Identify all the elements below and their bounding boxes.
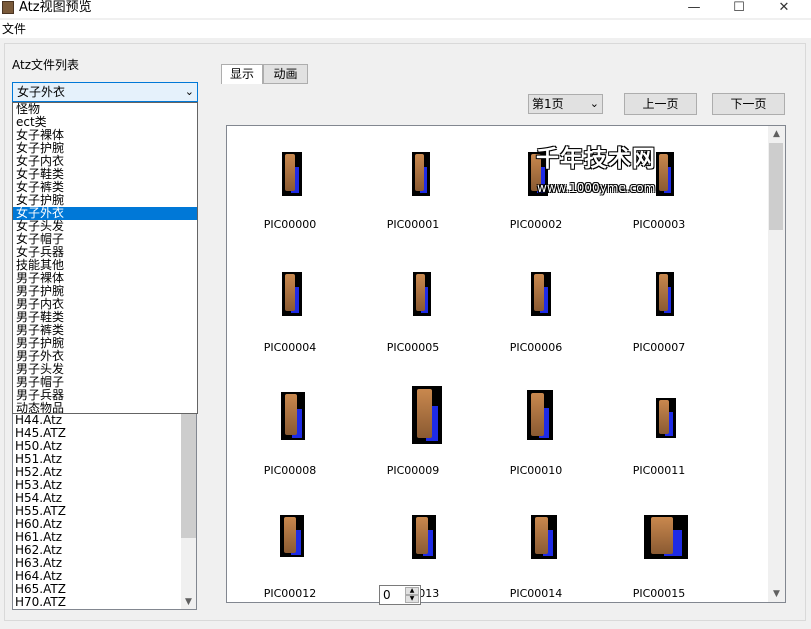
- next-page-button[interactable]: 下一页: [712, 93, 785, 115]
- watermark-url: www.1000yme.com: [537, 181, 656, 195]
- sprite-image: [412, 386, 442, 444]
- image-label: PIC00014: [509, 587, 563, 600]
- window-title: Atz视图预览: [19, 0, 92, 15]
- spin-down-icon[interactable]: ▼: [405, 595, 419, 603]
- frame-spinner-value[interactable]: 0: [383, 588, 391, 602]
- viewer-scroll-thumb[interactable]: [769, 143, 783, 230]
- image-thumbnail[interactable]: PIC00012: [235, 501, 345, 601]
- spinner-buttons: ▲ ▼: [405, 587, 419, 603]
- sprite-image: [531, 272, 551, 316]
- image-label: PIC00001: [386, 218, 440, 231]
- list-item[interactable]: H70.ATZ: [15, 596, 66, 609]
- image-thumbnail[interactable]: PIC00009: [358, 378, 468, 478]
- tab-show[interactable]: 显示: [221, 64, 263, 84]
- minimize-button[interactable]: —: [672, 0, 716, 18]
- chevron-down-icon[interactable]: ⌄: [185, 83, 194, 101]
- category-dropdown-list[interactable]: 怪物 ect类 女子裸体 女子护腕 女子内衣 女子鞋类 女子裤类 女子护腕 女子外衣 女子头发 女子…: [12, 102, 198, 414]
- sprite-image: [412, 515, 436, 559]
- dropdown-option[interactable]: 动态物品: [13, 402, 197, 414]
- sprite-figure: [416, 274, 425, 311]
- title-bar: Atz视图预览 — ☐ ✕: [0, 0, 811, 18]
- image-thumbnail[interactable]: PIC00006: [481, 255, 591, 355]
- image-thumbnail[interactable]: PIC00001: [358, 132, 468, 232]
- image-label: PIC00007: [632, 341, 686, 354]
- category-combobox[interactable]: 女子外衣 ⌄: [12, 82, 198, 102]
- sprite-image: [527, 390, 553, 440]
- page-select[interactable]: 第1页 ⌄: [528, 94, 603, 114]
- close-button[interactable]: ✕: [762, 0, 806, 18]
- scroll-down-icon[interactable]: ▼: [180, 594, 197, 610]
- image-thumbnail[interactable]: PIC00015: [604, 501, 714, 601]
- sprite-image: [281, 392, 305, 440]
- tab-animation[interactable]: 动画: [263, 64, 308, 84]
- spin-up-icon[interactable]: ▲: [405, 587, 419, 595]
- sprite-image: [280, 515, 304, 557]
- image-label: PIC00005: [386, 341, 440, 354]
- sprite-image: [413, 272, 431, 316]
- image-thumbnail[interactable]: PIC00007: [604, 255, 714, 355]
- menu-file[interactable]: 文件: [2, 22, 26, 36]
- page-select-value: 第1页: [532, 97, 564, 111]
- image-label: PIC00006: [509, 341, 563, 354]
- prev-page-button[interactable]: 上一页: [624, 93, 697, 115]
- sprite-image: [531, 515, 557, 559]
- sprite-figure: [659, 400, 669, 434]
- frame-spinner[interactable]: 0 ▲ ▼: [379, 585, 421, 605]
- sprite-figure: [415, 154, 424, 191]
- sprite-figure: [531, 393, 544, 436]
- watermark: 千年技术网 www.1000yme.com: [531, 144, 681, 198]
- sprite-figure: [416, 517, 428, 554]
- sprite-figure: [651, 517, 673, 554]
- sprite-figure: [534, 274, 544, 311]
- watermark-title: 千年技术网: [536, 146, 656, 172]
- image-label: PIC00008: [263, 464, 317, 477]
- sprite-figure: [417, 389, 432, 438]
- image-label: PIC00004: [263, 341, 317, 354]
- file-list-label: Atz文件列表: [12, 58, 80, 72]
- sprite-figure: [535, 517, 548, 554]
- chevron-down-icon[interactable]: ⌄: [590, 95, 599, 113]
- file-list-scroll-thumb[interactable]: [181, 395, 196, 538]
- image-thumbnail[interactable]: PIC00008: [235, 378, 345, 478]
- image-thumbnail[interactable]: PIC00011: [604, 378, 714, 478]
- sprite-image: [656, 398, 676, 438]
- sprite-image: [644, 515, 688, 559]
- sprite-figure: [285, 274, 295, 311]
- image-label: PIC00003: [632, 218, 686, 231]
- sprite-image: [282, 152, 302, 196]
- image-thumbnail[interactable]: PIC00004: [235, 255, 345, 355]
- image-label: PIC00010: [509, 464, 563, 477]
- sprite-figure: [285, 154, 295, 191]
- sprite-image: [412, 152, 430, 196]
- image-thumbnail[interactable]: PIC00014: [481, 501, 591, 601]
- image-grid-viewer[interactable]: PIC00000 PIC00001 PIC00002 PIC00003 PIC00004…: [226, 125, 786, 603]
- sprite-figure: [659, 274, 668, 311]
- image-label: PIC00000: [263, 218, 317, 231]
- image-label: PIC00011: [632, 464, 686, 477]
- image-thumbnail[interactable]: PIC00010: [481, 378, 591, 478]
- scroll-down-icon[interactable]: ▼: [768, 586, 785, 602]
- image-label: PIC00002: [509, 218, 563, 231]
- sprite-figure: [284, 517, 296, 553]
- scroll-up-icon[interactable]: ▲: [768, 126, 785, 142]
- image-label: PIC00015: [632, 587, 686, 600]
- image-thumbnail[interactable]: PIC00000: [235, 132, 345, 232]
- image-label: PIC00009: [386, 464, 440, 477]
- image-label: PIC00012: [263, 587, 317, 600]
- sprite-figure: [285, 394, 297, 435]
- menu-bar: 文件: [0, 20, 811, 38]
- sprite-image: [656, 272, 674, 316]
- sprite-image: [282, 272, 302, 316]
- app-icon: [2, 1, 14, 14]
- maximize-button[interactable]: ☐: [717, 0, 761, 18]
- image-thumbnail[interactable]: PIC00005: [358, 255, 468, 355]
- category-combobox-value: 女子外衣: [17, 85, 66, 99]
